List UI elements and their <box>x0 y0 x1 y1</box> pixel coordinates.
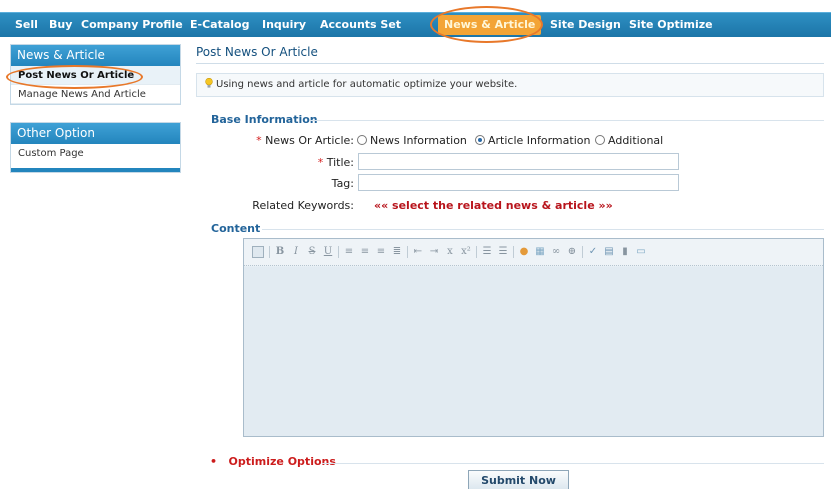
optimize-options-label: Optimize Options <box>228 455 336 468</box>
nav-accounts-set[interactable]: Accounts Set <box>320 13 401 37</box>
tag-label: Tag: <box>331 177 354 190</box>
justify-icon[interactable]: ≣ <box>391 246 403 258</box>
radio-article-information[interactable]: Article Information <box>475 134 590 147</box>
bold-icon[interactable]: B <box>274 246 286 258</box>
sidebar-item-post-news[interactable]: Post News Or Article <box>11 66 180 85</box>
sidebar-other-title: Other Option <box>11 123 180 144</box>
ordered-list-icon[interactable]: ☰ <box>481 246 493 258</box>
toolbar-separator <box>269 246 270 258</box>
lightbulb-icon <box>205 78 213 88</box>
radio-article-information-label: Article Information <box>488 134 591 147</box>
subscript-icon[interactable]: x <box>444 246 456 258</box>
table-icon[interactable]: ▤ <box>603 246 615 258</box>
align-left-icon[interactable]: ≡ <box>343 246 355 258</box>
color-icon[interactable]: ● <box>518 246 530 258</box>
nav-news-article[interactable]: News & Article <box>438 15 542 35</box>
required-mark: * <box>256 134 262 147</box>
content-editor: B I S U ≡ ≡ ≡ ≣ ⇤ ⇥ x x² ☰ ☰ ● ▦ ∞ ⊕ ✓ ▤… <box>243 238 824 437</box>
underline-icon[interactable]: U <box>322 246 334 258</box>
tag-input[interactable] <box>358 174 679 191</box>
nav-inquiry[interactable]: Inquiry <box>262 13 306 37</box>
italic-icon[interactable]: I <box>290 246 302 258</box>
align-center-icon[interactable]: ≡ <box>359 246 371 258</box>
radio-news-information-label: News Information <box>370 134 467 147</box>
content-heading: Content <box>211 222 261 235</box>
anchor-icon[interactable]: ⊕ <box>566 246 578 258</box>
align-right-icon[interactable]: ≡ <box>375 246 387 258</box>
tip-text: Using news and article for automatic opt… <box>216 79 518 90</box>
optimize-options-toggle[interactable]: • Optimize Options <box>210 455 336 468</box>
base-info-heading: Base Information <box>211 113 318 126</box>
source-icon[interactable] <box>252 246 264 258</box>
submit-button[interactable]: Submit Now <box>468 470 569 489</box>
related-keywords-label: Related Keywords: <box>252 199 354 212</box>
content-divider <box>262 229 824 230</box>
title-input[interactable] <box>358 153 679 170</box>
image-icon[interactable]: ▦ <box>534 246 546 258</box>
toolbar-separator <box>338 246 339 258</box>
nav-site-optimize[interactable]: Site Optimize <box>629 13 713 37</box>
page-title: Post News Or Article <box>196 45 318 59</box>
strikethrough-icon[interactable]: S <box>306 246 318 258</box>
base-info-divider <box>310 120 824 121</box>
nav-site-design[interactable]: Site Design <box>550 13 621 37</box>
sidebar-footer-bar <box>11 168 180 172</box>
sidebar-item-manage-news[interactable]: Manage News And Article <box>11 85 180 104</box>
required-mark: * <box>317 156 324 169</box>
delete-icon[interactable]: ▮ <box>619 246 631 258</box>
type-label: * News Or Article: <box>220 134 354 147</box>
optimize-bullet: • <box>210 455 218 468</box>
radio-additional-label: Additional <box>608 134 664 147</box>
unordered-list-icon[interactable]: ☰ <box>497 246 509 258</box>
select-related-link[interactable]: «« select the related news & article »» <box>374 199 613 212</box>
title-divider <box>196 63 824 64</box>
link-icon[interactable]: ∞ <box>550 246 562 258</box>
editor-content-area[interactable] <box>244 267 823 436</box>
nav-sell[interactable]: Sell <box>15 13 38 37</box>
nav-e-catalog[interactable]: E-Catalog <box>190 13 249 37</box>
spellcheck-icon[interactable]: ✓ <box>587 246 599 258</box>
title-label: * Title: <box>260 156 354 169</box>
top-navigation-bar: Sell Buy Company Profile E-Catalog Inqui… <box>0 12 831 37</box>
radio-additional[interactable]: Additional <box>595 134 663 147</box>
sidebar-other-box: Other Option Custom Page <box>10 122 181 173</box>
radio-news-information[interactable]: News Information <box>357 134 467 147</box>
title-label-text: Title: <box>326 156 354 169</box>
toolbar-separator <box>476 246 477 258</box>
editor-toolbar: B I S U ≡ ≡ ≡ ≣ ⇤ ⇥ x x² ☰ ☰ ● ▦ ∞ ⊕ ✓ ▤… <box>244 239 823 266</box>
nav-buy[interactable]: Buy <box>49 13 72 37</box>
radio-icon <box>595 135 605 145</box>
toolbar-separator <box>407 246 408 258</box>
sidebar-item-custom-page[interactable]: Custom Page <box>11 144 180 168</box>
indent-icon[interactable]: ⇥ <box>428 246 440 258</box>
optimize-divider <box>322 463 824 464</box>
toolbar-separator <box>513 246 514 258</box>
preview-icon[interactable]: ▭ <box>635 246 647 258</box>
superscript-icon[interactable]: x² <box>460 246 472 258</box>
radio-icon <box>357 135 367 145</box>
sidebar-news-box: News & Article Post News Or Article Mana… <box>10 44 181 105</box>
type-label-text: News Or Article: <box>265 134 354 147</box>
nav-company-profile[interactable]: Company Profile <box>81 13 183 37</box>
tip-box: Using news and article for automatic opt… <box>196 73 824 97</box>
sidebar-news-title: News & Article <box>11 45 180 66</box>
radio-selected-icon <box>475 135 485 145</box>
outdent-icon[interactable]: ⇤ <box>412 246 424 258</box>
toolbar-separator <box>582 246 583 258</box>
